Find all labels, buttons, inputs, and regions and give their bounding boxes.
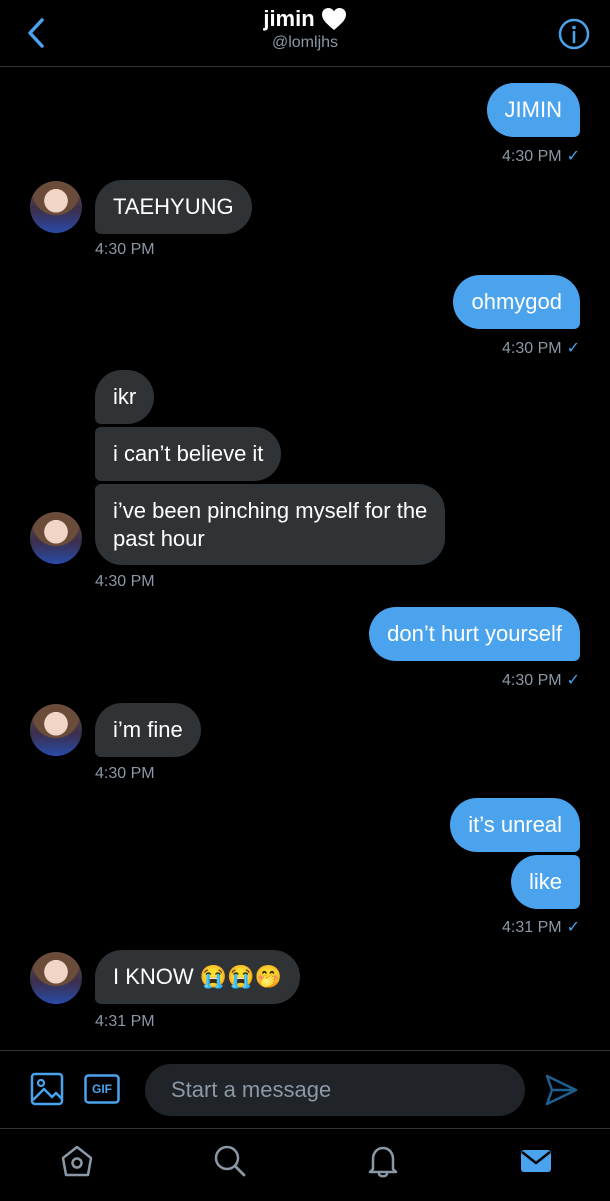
search-icon[interactable]	[212, 1143, 248, 1179]
contact-name-row: jimin	[263, 6, 346, 32]
contact-name: jimin	[263, 6, 315, 31]
read-receipt-icon: ✓	[566, 340, 580, 357]
avatar[interactable]	[30, 512, 82, 564]
message-timestamp: 4:30 PM	[95, 241, 155, 258]
message-text: like	[528, 869, 562, 894]
message-composer: GIF	[0, 1050, 610, 1129]
avatar[interactable]	[30, 704, 82, 756]
send-icon[interactable]	[543, 1073, 579, 1107]
message-text: TAEHYUNG	[113, 194, 234, 219]
outgoing-message[interactable]: don’t hurt yourself	[369, 607, 580, 661]
message-input[interactable]	[145, 1064, 525, 1116]
incoming-message[interactable]: TAEHYUNG	[95, 180, 252, 234]
gif-icon[interactable]: GIF	[84, 1074, 120, 1104]
outgoing-message[interactable]: it’s unreal	[450, 798, 580, 852]
heart-icon	[321, 8, 346, 30]
incoming-message[interactable]: i’ve been pinching myself for the past h…	[95, 484, 446, 565]
message-text: don’t hurt yourself	[387, 621, 562, 646]
image-icon[interactable]	[30, 1072, 64, 1106]
home-icon[interactable]	[59, 1143, 95, 1179]
outgoing-message[interactable]: JIMIN	[486, 83, 580, 137]
message-text: ohmygod	[471, 289, 562, 314]
message-text-line: past hour	[113, 525, 205, 551]
message-text: I KNOW 😭😭🤭	[113, 964, 282, 989]
message-timestamp: 4:30 PM ✓	[502, 340, 580, 357]
message-text: it’s unreal	[468, 812, 562, 837]
message-timestamp: 4:30 PM ✓	[502, 148, 580, 165]
read-receipt-icon: ✓	[566, 919, 580, 936]
read-receipt-icon: ✓	[566, 148, 580, 165]
message-timestamp: 4:31 PM ✓	[502, 919, 580, 936]
read-receipt-icon: ✓	[566, 672, 580, 689]
contact-handle: @lomljhs	[271, 34, 339, 51]
outgoing-message[interactable]: like	[510, 855, 580, 909]
incoming-message[interactable]: ikr	[95, 370, 155, 424]
conversation-header: jimin @lomljhs	[0, 0, 610, 67]
outgoing-message[interactable]: ohmygod	[453, 275, 580, 329]
incoming-message[interactable]: i’m fine	[95, 703, 201, 757]
bell-icon[interactable]	[365, 1143, 401, 1179]
message-text-line: i’ve been pinching myself for the	[113, 497, 428, 523]
avatar[interactable]	[30, 181, 82, 233]
message-text: ikr	[113, 384, 137, 409]
conversation-title-block[interactable]: jimin @lomljhs	[0, 6, 610, 52]
message-timestamp: 4:31 PM	[95, 1013, 155, 1030]
message-timestamp: 4:30 PM	[95, 573, 155, 590]
bottom-tab-bar	[0, 1128, 610, 1201]
incoming-message[interactable]: i can’t believe it	[95, 427, 282, 481]
message-text: i’m fine	[113, 717, 183, 742]
message-timestamp: 4:30 PM ✓	[502, 672, 580, 689]
message-text: i can’t believe it	[113, 441, 264, 466]
gif-label: GIF	[92, 1082, 112, 1096]
avatar[interactable]	[30, 952, 82, 1004]
message-timestamp: 4:30 PM	[95, 765, 155, 782]
info-icon[interactable]	[558, 18, 590, 50]
message-text: JIMIN	[504, 97, 562, 122]
mail-icon[interactable]	[518, 1143, 554, 1179]
incoming-message[interactable]: I KNOW 😭😭🤭	[95, 950, 300, 1004]
